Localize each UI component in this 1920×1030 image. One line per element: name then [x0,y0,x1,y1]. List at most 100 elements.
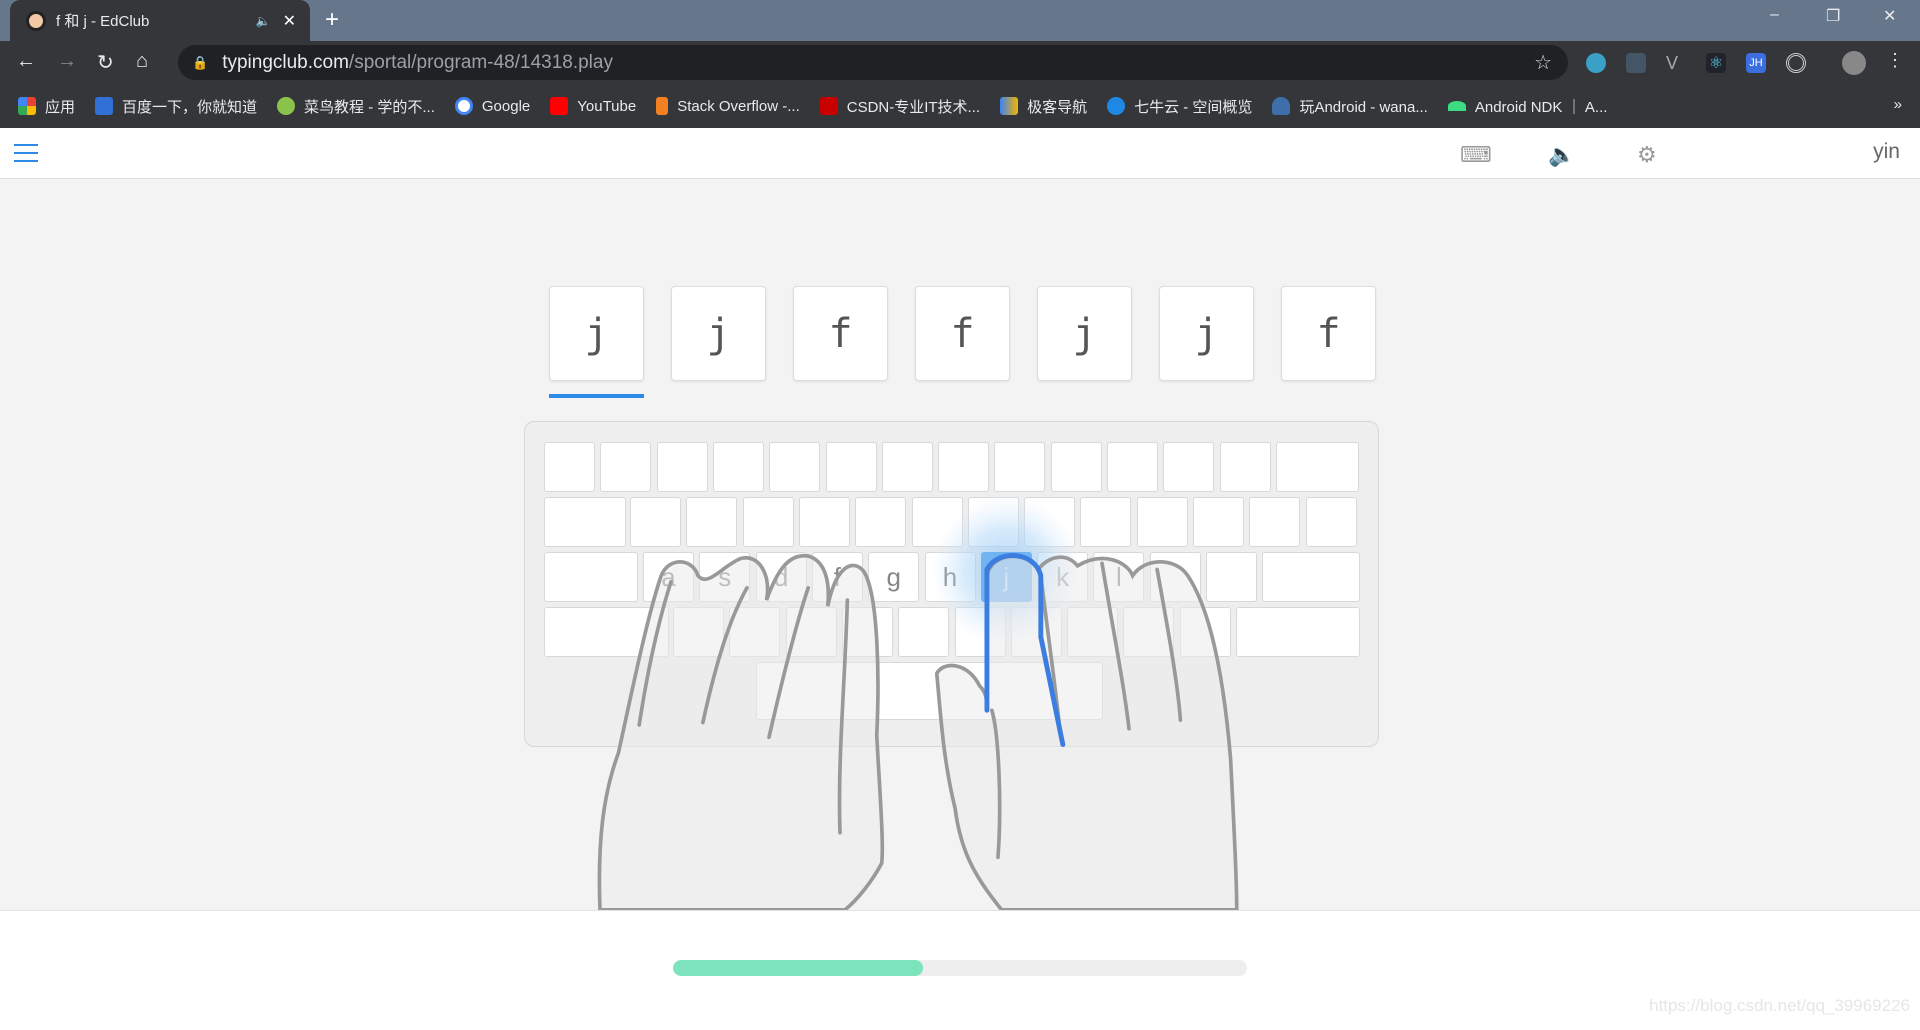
key [1123,607,1175,657]
bookmark-star-icon[interactable]: ☆ [1534,50,1552,75]
bookmark-apps[interactable]: 应用 [18,96,75,117]
stackoverflow-icon [656,97,669,115]
key [630,497,681,547]
bookmark-stackoverflow[interactable]: Stack Overflow -... [656,97,800,115]
bookmark-csdn[interactable]: CSDN-专业IT技术... [819,96,981,117]
key [1206,552,1257,602]
key-g: g [868,552,920,602]
close-window-button[interactable]: ✕ [1883,6,1896,26]
bookmark-label: 应用 [45,98,76,116]
bookmark-google[interactable]: Google [454,97,531,115]
vue-extension-icon[interactable]: V [1666,53,1686,73]
key-k: k [1037,552,1089,602]
bookmark-label: Stack Overflow -... [677,97,800,115]
jike-icon [1000,97,1019,115]
key [1163,442,1215,492]
bookmark-youtube[interactable]: YouTube [550,97,636,115]
key [1275,442,1359,492]
current-letter-indicator [549,394,644,398]
bookmark-label: 玩Android - wana... [1299,98,1428,116]
bookmark-baidu[interactable]: 百度一下，你就知道 [95,96,257,117]
key [600,442,652,492]
key [898,607,950,657]
key [1010,607,1062,657]
key [1262,552,1360,602]
key [1179,607,1231,657]
extension-icon[interactable] [1586,53,1606,73]
key [825,442,877,492]
wanandroid-icon [1272,97,1291,115]
address-bar[interactable]: 🔒 typingclub.com/sportal/program-48/1431… [178,45,1568,80]
browser-tab[interactable]: f 和 j - EdClub 🔈 ✕ [10,0,310,41]
edclub-favicon-icon [26,10,46,31]
forward-icon[interactable]: → [57,50,77,73]
key [712,442,764,492]
key [544,607,669,657]
extension-icon[interactable] [1626,53,1646,73]
progress-fill [673,960,924,976]
bookmark-label: CSDN-专业IT技术... [846,98,981,116]
key [673,607,724,657]
key [1305,497,1357,547]
key [855,497,907,547]
key-l: l [1093,552,1145,602]
tab-strip: f 和 j - EdClub 🔈 ✕ + – ❐ ✕ [0,0,1920,41]
jh-extension-icon[interactable]: JH [1746,53,1766,73]
key [1107,442,1158,492]
lock-icon: 🔒 [192,54,209,70]
key [729,607,781,657]
letter-box: f [1281,286,1376,381]
bookmark-android-ndk[interactable]: Android NDK ｜ A... [1447,96,1607,117]
key [967,497,1019,547]
back-icon[interactable]: ← [16,50,36,73]
bookmark-label: Google [481,97,531,115]
menu-icon[interactable] [14,144,38,168]
restore-button[interactable]: ❐ [1826,6,1840,26]
key [769,442,821,492]
key [1193,497,1244,547]
key [742,497,794,547]
key [938,442,990,492]
lesson-progress-bar [673,960,1247,976]
key [954,607,1006,657]
bookmark-runoob[interactable]: 菜鸟教程 - 学的不... [277,96,435,117]
home-icon[interactable]: ⌂ [136,50,148,73]
reload-icon[interactable]: ↻ [97,50,114,75]
key [1149,552,1201,602]
qiniu-icon [1107,97,1126,115]
letter-box: j [671,286,766,381]
minimize-button[interactable]: – [1770,6,1779,24]
user-name[interactable]: yin [1873,140,1900,164]
bookmark-jike[interactable]: 极客导航 [1000,96,1087,117]
url-path: /sportal/program-48/14318.play [348,51,613,73]
app-header: ⌨ 🔈 ⚙ yin [0,128,1920,179]
key [544,497,626,547]
key [881,442,933,492]
bookmark-label: 七牛云 - 空间概览 [1134,98,1253,116]
key [1024,497,1076,547]
tab-close-button[interactable]: ✕ [283,11,296,31]
key [1080,497,1132,547]
key [1136,497,1188,547]
speaker-icon[interactable]: 🔈 [256,14,271,28]
key [686,497,738,547]
profile-avatar[interactable] [1842,51,1866,75]
bookmarks-overflow-button[interactable]: » [1894,96,1902,113]
runoob-icon [277,97,296,115]
watermark: https://blog.csdn.net/qq_39969226 [1649,996,1910,1015]
letter-box: f [793,286,888,381]
bookmark-wanandroid[interactable]: 玩Android - wana... [1272,96,1428,117]
key [1236,607,1360,657]
url-host: typingclub.com [222,51,349,73]
react-extension-icon[interactable]: ⚛ [1706,53,1726,73]
bookmark-qiniu[interactable]: 七牛云 - 空间概览 [1107,96,1252,117]
bookmark-label: 百度一下，你就知道 [122,98,258,116]
key [911,497,963,547]
extension-icon[interactable] [1786,53,1806,73]
apps-grid-icon [18,97,36,115]
settings-icon[interactable]: ⚙ [1637,142,1657,168]
new-tab-button[interactable]: + [325,6,339,34]
more-menu-icon[interactable]: ⋮ [1886,50,1904,71]
keyboard-icon[interactable]: ⌨ [1460,142,1492,168]
sound-icon[interactable]: 🔈 [1548,142,1575,168]
